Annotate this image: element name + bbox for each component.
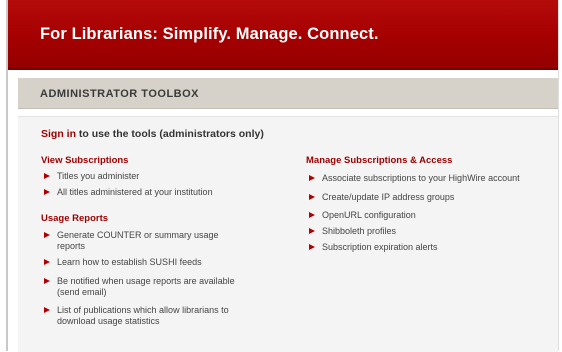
link-ip-address-groups[interactable]: Create/update IP address groups xyxy=(322,192,552,203)
link-generate-counter-reports[interactable]: Generate COUNTER or summary usage report… xyxy=(57,230,247,252)
right-arrow-icon xyxy=(44,232,50,238)
right-arrow-icon xyxy=(309,212,315,218)
sign-in-link[interactable]: Sign in xyxy=(41,128,76,140)
toolbox-header: ADMINISTRATOR TOOLBOX xyxy=(18,78,558,109)
link-all-titles-institution[interactable]: All titles administered at your institut… xyxy=(57,187,277,198)
right-arrow-icon xyxy=(44,173,50,179)
right-arrow-icon xyxy=(44,189,50,195)
banner-title: For Librarians: Simplify. Manage. Connec… xyxy=(40,25,379,43)
right-arrow-icon xyxy=(44,259,50,265)
link-titles-you-administer[interactable]: Titles you administer xyxy=(57,171,257,182)
right-frame-border xyxy=(558,0,559,351)
right-arrow-icon xyxy=(309,175,315,181)
link-subscription-expiration-alerts[interactable]: Subscription expiration alerts xyxy=(322,242,552,253)
link-publications-usage-statistics[interactable]: List of publications which allow librari… xyxy=(57,305,267,327)
toolbox-title: ADMINISTRATOR TOOLBOX xyxy=(40,88,199,100)
link-openurl-configuration[interactable]: OpenURL configuration xyxy=(322,210,552,221)
banner-shadow xyxy=(8,67,558,70)
link-sushi-feeds[interactable]: Learn how to establish SUSHI feeds xyxy=(57,257,267,268)
signin-line: Sign in to use the tools (administrators… xyxy=(41,128,264,140)
header-banner: For Librarians: Simplify. Manage. Connec… xyxy=(8,0,558,67)
right-arrow-icon xyxy=(309,194,315,200)
link-shibboleth-profiles[interactable]: Shibboleth profiles xyxy=(322,226,552,237)
right-arrow-icon xyxy=(309,228,315,234)
link-associate-subscriptions[interactable]: Associate subscriptions to your HighWire… xyxy=(322,173,552,184)
signin-text: to use the tools (administrators only) xyxy=(76,128,264,140)
usage-reports-heading: Usage Reports xyxy=(41,213,109,224)
link-usage-notification[interactable]: Be notified when usage reports are avail… xyxy=(57,276,257,298)
right-arrow-icon xyxy=(44,278,50,284)
manage-subscriptions-heading: Manage Subscriptions & Access xyxy=(306,155,453,166)
right-arrow-icon xyxy=(309,244,315,250)
view-subscriptions-heading: View Subscriptions xyxy=(41,155,129,166)
right-arrow-icon xyxy=(44,307,50,313)
